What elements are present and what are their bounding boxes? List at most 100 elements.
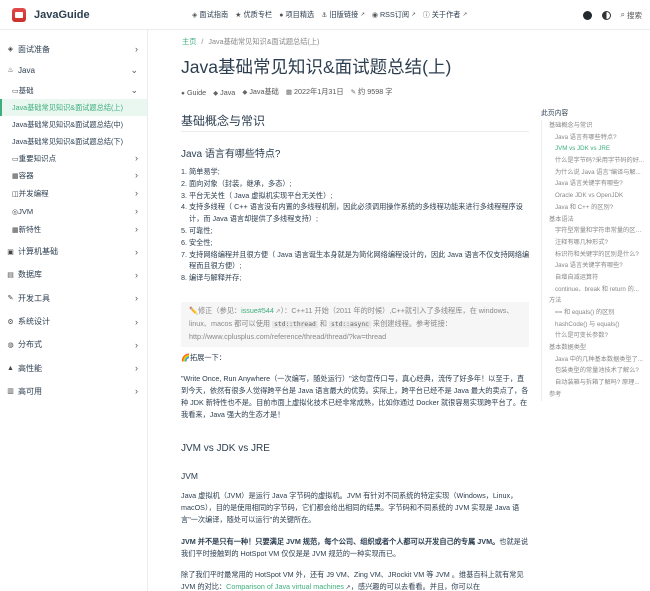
sidebar-group-more-3[interactable]: ⚙ 系统设计 ›: [0, 310, 147, 333]
jvm-paragraph-3: 除了我们平时最常用的 HotSpot VM 外，还有 J9 VM、Zing VM…: [181, 569, 531, 591]
breadcrumb: 主页 / Java基础常见知识&面试题总结(上): [182, 37, 319, 47]
sidebar-item-basics[interactable]: ▭基础 ⌄: [0, 82, 147, 99]
toc-item[interactable]: continue、break 和 return 的...: [542, 284, 645, 296]
nav-link-label: 项目精选: [285, 10, 315, 19]
tag-icon: ◆: [213, 89, 219, 97]
feature-item: 7. 支持网络编程并且很方便（ Java 语言诞生本身就是为简化网络编程设计的，…: [181, 249, 530, 271]
sidebar-group-left: ⚙ 系统设计: [6, 316, 50, 327]
sidebar-item-label: 新特性: [18, 224, 42, 234]
jvm-paragraph-1: Java 虚拟机（JVM）是运行 Java 字节码的虚拟机。JVM 有针对不同系…: [181, 491, 520, 524]
toc-item[interactable]: 什么是可变长参数?: [542, 330, 645, 342]
sidebar-group-more-6[interactable]: ▥ 高可用 ›: [0, 380, 147, 403]
theme-toggle-icon[interactable]: [601, 10, 611, 20]
heading-divider: [181, 131, 529, 132]
sidebar-group-more-5[interactable]: ▲ 高性能 ›: [0, 357, 147, 380]
sidebar-group-left: ♨ Java: [6, 66, 35, 75]
sidebar-item-left: ◫并发编程: [12, 188, 49, 199]
tag-java-basics[interactable]: ◆ Java基础: [242, 87, 279, 97]
link-icon: ⚓: [321, 12, 328, 19]
sidebar-item-left: ▦容器: [12, 170, 34, 181]
top-navbar: JavaGuide ◈ 面试指南 ★ 优质专栏 ● 项目精选 ⚓ 旧版链接 ↗ ◉ RSS订阅 ↗ ⓘ 关…: [0, 0, 650, 30]
nav-link-1[interactable]: ★ 优质专栏: [235, 10, 272, 20]
toc-item[interactable]: Java 语言有哪些特点?: [542, 132, 645, 144]
sidebar-group-left: ▲ 高性能: [6, 363, 42, 374]
brand-name[interactable]: JavaGuide: [34, 9, 90, 21]
toc-item[interactable]: 基础概念与常识: [542, 120, 645, 132]
toc-item[interactable]: Java 和 C++ 的区别?: [542, 202, 645, 214]
chevron-right-icon: ›: [135, 386, 138, 397]
nav-link-3[interactable]: ⚓ 旧版链接 ↗: [321, 10, 365, 20]
section-heading-basics: 基础概念与常识: [181, 114, 266, 128]
github-icon: ●: [279, 11, 284, 19]
toc-item[interactable]: 基本语法: [542, 214, 645, 226]
group-icon: ◍: [7, 341, 14, 349]
sidebar-java-item-4[interactable]: ▦新特性 ›: [0, 220, 147, 238]
sidebar-group-left: ◈ 面试准备: [6, 44, 50, 55]
toc-item[interactable]: 基本数据类型: [542, 342, 645, 354]
java-icon: ♨: [7, 67, 14, 74]
comparison-link[interactable]: Comparison of Java virtual machines: [226, 582, 344, 591]
sidebar-group-label: 数据库: [18, 270, 42, 280]
sidebar-java-item-3[interactable]: ◎JVM ›: [0, 202, 147, 220]
sidebar-group-more-4[interactable]: ◍ 分布式 ›: [0, 333, 147, 356]
search-button[interactable]: ⌕ 搜索: [621, 10, 642, 21]
author[interactable]: ● Guide: [181, 88, 206, 97]
sidebar-java-item-0[interactable]: ▭重要知识点 ›: [0, 150, 147, 166]
extension-body: "Write Once, Run Anywhere（一次编写，随处运行）"这句宣…: [181, 374, 529, 419]
toc-item[interactable]: 注释有哪几种形式?: [542, 237, 645, 249]
chevron-right-icon: ›: [135, 363, 138, 374]
sidebar-group-more-0[interactable]: ▣ 计算机基础 ›: [0, 240, 147, 263]
github-icon[interactable]: [582, 10, 592, 20]
sidebar-group-more-2[interactable]: ✎ 开发工具 ›: [0, 287, 147, 310]
toc-item[interactable]: Java 语言关键字有哪些?: [542, 178, 645, 190]
breadcrumb-current: Java基础常见知识&面试题总结(上): [208, 37, 320, 46]
toc-item[interactable]: 为什么说 Java 语言"编译与解...: [542, 167, 645, 179]
issue-link[interactable]: issue#544: [241, 306, 274, 315]
rss-icon: ◉: [371, 12, 378, 19]
sidebar-java-item-2[interactable]: ◫并发编程 ›: [0, 184, 147, 202]
toc-item[interactable]: 什么是字节码?采用字节码的好...: [542, 155, 645, 167]
sidebar-item-left: ▭重要知识点: [12, 153, 56, 164]
sidebar-group-left: ▣ 计算机基础: [6, 246, 58, 257]
toc-item[interactable]: 包装类型的常量池技术了解么?: [542, 365, 645, 377]
sidebar-group-label: 高可用: [18, 386, 42, 396]
tag-java[interactable]: ◆ Java: [213, 88, 235, 97]
sidebar-group-more-1[interactable]: ▤ 数据库 ›: [0, 263, 147, 286]
chevron-right-icon: ›: [135, 188, 138, 198]
toc-item[interactable]: 标识符和关键字的区别是什么?: [542, 249, 645, 261]
toc-item[interactable]: Java 中的几种基本数据类型了...: [542, 354, 645, 366]
breadcrumb-home[interactable]: 主页: [182, 37, 196, 46]
toc-item[interactable]: == 和 equals() 的区别: [542, 307, 645, 319]
sidebar-item-label: 容器: [18, 170, 34, 180]
section-icon: ▦: [12, 226, 19, 234]
toc-item[interactable]: 参考: [542, 389, 645, 401]
sidebar-article-2[interactable]: Java基础常见知识&面试题总结(下): [0, 133, 147, 150]
chevron-right-icon: ›: [135, 269, 138, 280]
sidebar-article-0[interactable]: Java基础常见知识&面试题总结(上): [0, 99, 147, 116]
chevron-right-icon: ›: [135, 153, 138, 163]
toc-item[interactable]: JVM vs JDK vs JRE: [542, 143, 645, 155]
nav-links: ◈ 面试指南 ★ 优质专栏 ● 项目精选 ⚓ 旧版链接 ↗ ◉ RSS订阅 ↗ ⓘ 关于作者 ↗: [192, 0, 467, 30]
toc-item[interactable]: Java 语言关键字有哪些?: [542, 260, 645, 272]
sidebar-java-item-1[interactable]: ▦容器 ›: [0, 166, 147, 184]
nav-link-5[interactable]: ⓘ 关于作者 ↗: [423, 10, 467, 20]
nav-link-0[interactable]: ◈ 面试指南: [192, 10, 228, 20]
nav-link-label: 面试指南: [199, 10, 229, 19]
jvm-p3-tail: ，感兴趣的可以去看看。并且，你可以在: [350, 582, 481, 591]
toc-item[interactable]: 方法: [542, 295, 645, 307]
nav-link-4[interactable]: ◉ RSS订阅 ↗: [372, 10, 416, 20]
group-icon: ⚙: [7, 318, 14, 326]
nav-link-2[interactable]: ● 项目精选: [279, 10, 314, 20]
toc-item[interactable]: hashCode() 与 equals(): [542, 319, 645, 331]
sidebar-group-0[interactable]: ◈ 面试准备 ›: [0, 40, 147, 58]
sidebar-group-1[interactable]: ♨ Java ⌄: [0, 58, 147, 82]
feature-item: 3. 平台无关性（ Java 虚拟机实现平台无关性）;: [181, 190, 333, 200]
brand[interactable]: JavaGuide: [12, 7, 90, 22]
toc-item[interactable]: Oracle JDK vs OpenJDK: [542, 190, 645, 202]
heading-jvm-jdk-jre: JVM vs JDK vs JRE: [181, 443, 270, 454]
sidebar-group-label: 高性能: [18, 363, 42, 373]
sidebar-article-1[interactable]: Java基础常见知识&面试题总结(中): [0, 116, 147, 133]
toc-item[interactable]: 自动装箱与拆箱了解吗? 原理...: [542, 377, 645, 389]
toc-item[interactable]: 自增自减运算符: [542, 272, 645, 284]
toc-item[interactable]: 字符型常量和字符串常量的区别?: [542, 225, 645, 237]
